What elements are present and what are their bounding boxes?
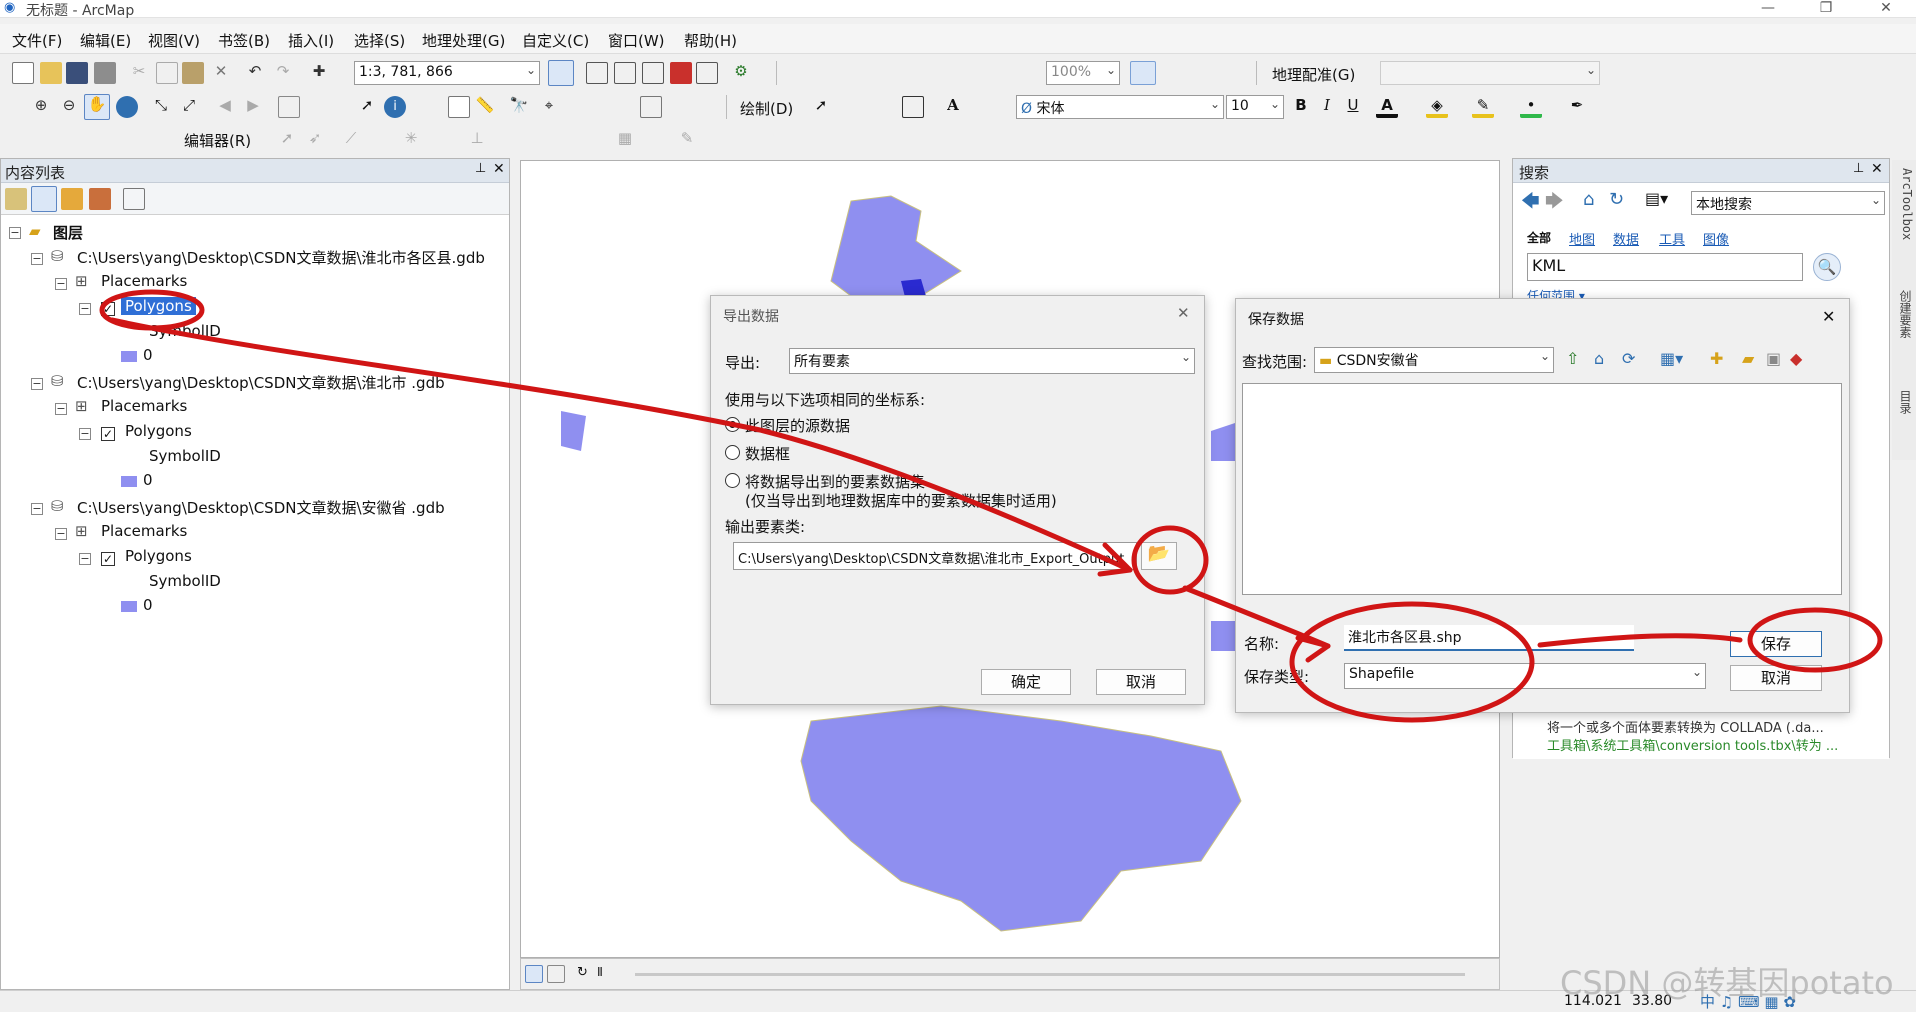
watermark: CSDN @转基因potato xyxy=(1560,964,1894,1002)
red-annotations xyxy=(99,289,1883,723)
annotation-arrow-3 xyxy=(1537,633,1743,648)
annotation-arrow-1 xyxy=(109,317,1133,573)
annotation-circle-browse xyxy=(1131,525,1209,595)
annotation-circle-name xyxy=(1289,601,1535,723)
annotation-circle-save xyxy=(1747,607,1883,673)
